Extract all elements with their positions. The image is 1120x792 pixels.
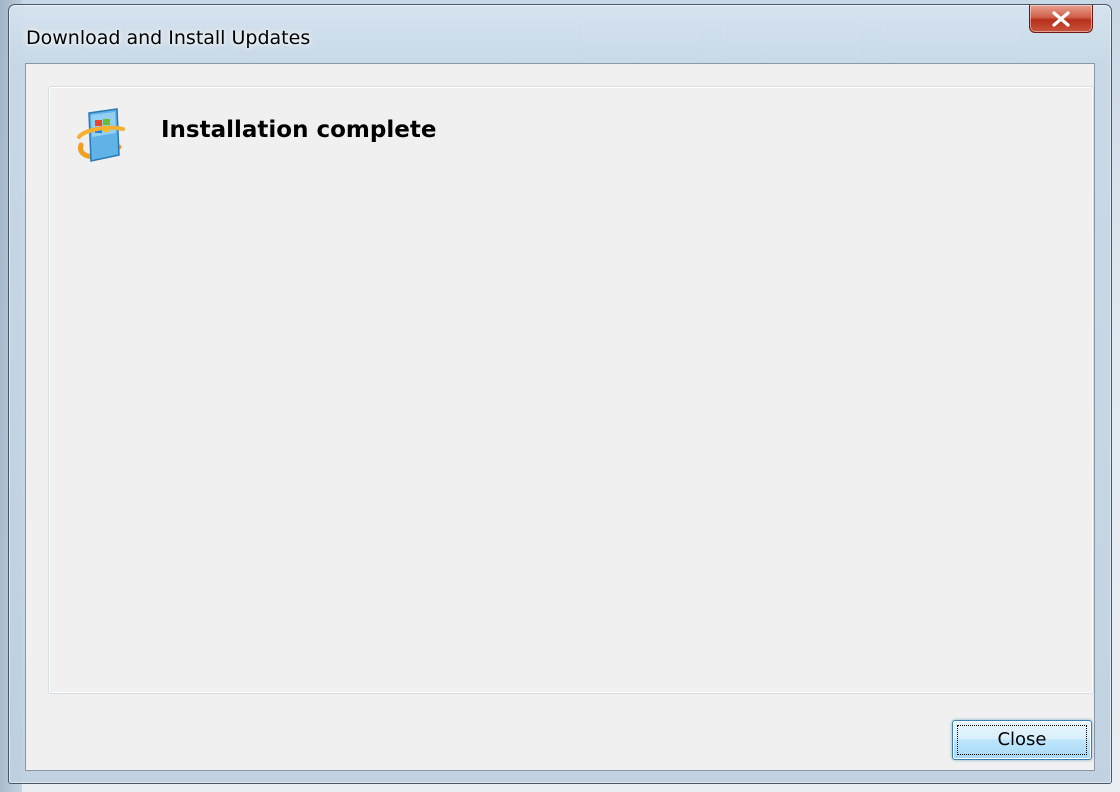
close-button[interactable]: Close [952, 720, 1092, 760]
windows-update-icon [75, 107, 127, 169]
window-close-button[interactable] [1029, 5, 1093, 33]
window-title: Download and Install Updates [26, 27, 311, 49]
content-panel: Installation complete [48, 86, 1094, 694]
title-bar[interactable]: Download and Install Updates [9, 5, 1111, 63]
close-x-icon [1051, 10, 1071, 27]
status-heading: Installation complete [161, 117, 437, 143]
close-button-label: Close [997, 729, 1047, 750]
client-area: Installation complete Close [25, 63, 1095, 771]
dialog-window: Download and Install Updates Installatio… [8, 4, 1112, 784]
